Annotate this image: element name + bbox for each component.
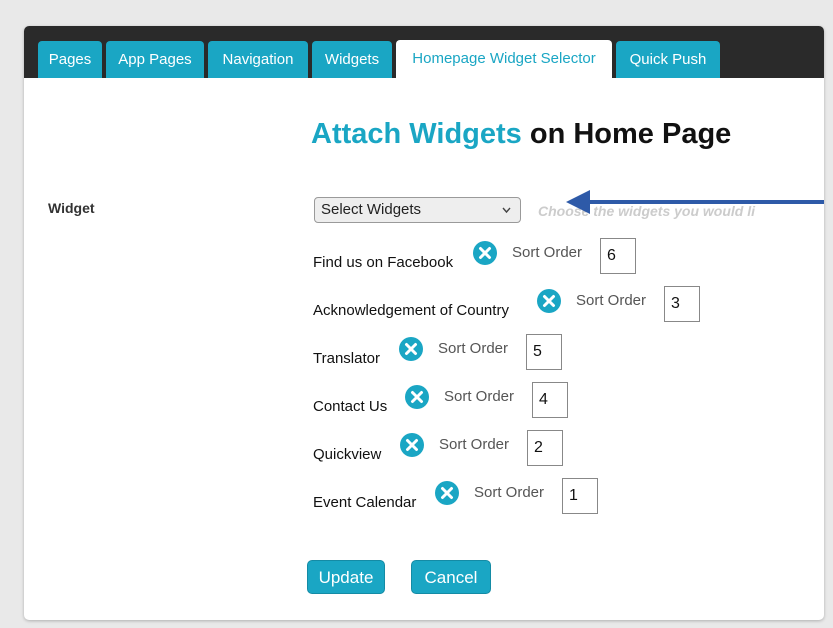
sort-order-label: Sort Order [438,340,509,357]
widget-row: Event Calendar Sort Order [313,478,613,516]
sort-order-label: Sort Order [576,292,647,309]
remove-x-circle-icon[interactable] [536,288,562,314]
sort-order-label: Sort Order [474,484,545,501]
tab-quick-push[interactable]: Quick Push [616,41,720,78]
page-title: Attach Widgets on Home Page [311,118,731,151]
tab-homepage-widget-selector[interactable]: Homepage Widget Selector [396,40,612,80]
page-title-accent: Attach Widgets [311,118,522,150]
sort-order-input[interactable] [527,430,563,466]
tab-pages[interactable]: Pages [38,41,102,78]
sort-order-input[interactable] [526,334,562,370]
widget-row: Find us on Facebook Sort Order [313,238,653,276]
widget-row: Contact Us Sort Order [313,382,583,420]
sort-order-input[interactable] [664,286,700,322]
tab-navigation[interactable]: Navigation [208,41,308,78]
tab-bar: Pages App Pages Navigation Widgets Homep… [24,26,824,80]
remove-x-circle-icon[interactable] [434,480,460,506]
widget-row-name: Translator [313,350,380,367]
sort-order-label: Sort Order [512,244,583,261]
sort-order-input[interactable] [532,382,568,418]
widget-row-name: Acknowledgement of Country [313,302,509,319]
widget-row-name: Contact Us [313,398,388,415]
widget-row: Quickview Sort Order [313,430,573,468]
admin-panel: Pages App Pages Navigation Widgets Homep… [24,26,824,620]
tab-app-pages[interactable]: App Pages [106,41,204,78]
widget-row-name: Quickview [313,446,382,463]
widget-row-name: Event Calendar [313,494,417,511]
remove-x-circle-icon[interactable] [398,336,424,362]
sort-order-input[interactable] [562,478,598,514]
page-title-rest: on Home Page [529,118,732,150]
sort-order-input[interactable] [600,238,636,274]
chevron-down-icon [501,198,512,231]
sort-order-label: Sort Order [439,436,510,453]
annotation-arrow [566,190,824,214]
remove-x-circle-icon[interactable] [399,432,425,458]
remove-x-circle-icon[interactable] [404,384,430,410]
widget-row: Translator Sort Order [313,334,573,372]
update-button[interactable]: Update [307,560,385,594]
widget-row-name: Find us on Facebook [313,254,454,271]
widget-field-label: Widget [48,200,95,216]
cancel-button[interactable]: Cancel [411,560,491,594]
widget-select[interactable]: Select Widgets [314,197,521,223]
remove-x-circle-icon[interactable] [472,240,498,266]
sort-order-label: Sort Order [444,388,515,405]
tab-widgets[interactable]: Widgets [312,41,392,78]
widget-row: Acknowledgement of Country Sort Order [313,286,713,324]
widget-select-value: Select Widgets [321,201,422,218]
